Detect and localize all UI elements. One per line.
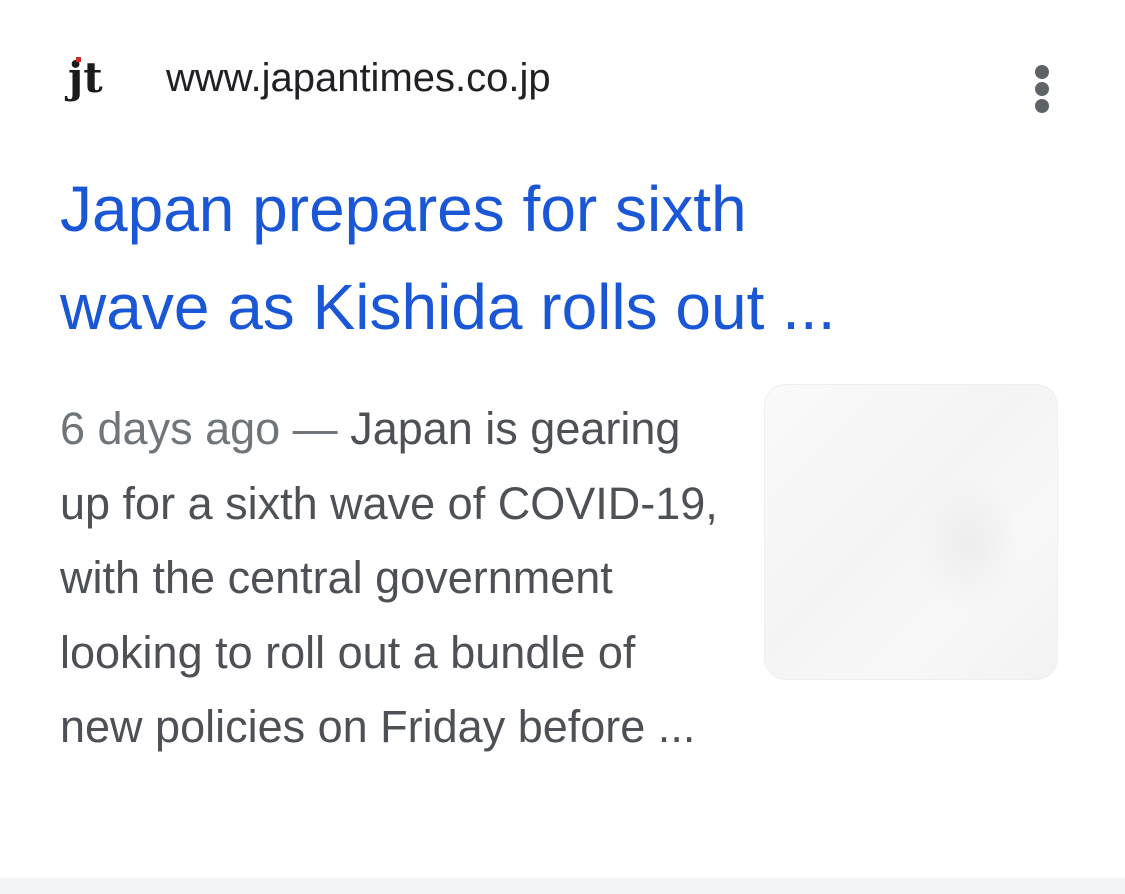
result-thumbnail[interactable]	[764, 384, 1058, 680]
site-url[interactable]: www.japantimes.co.jp	[166, 52, 551, 104]
result-title-link[interactable]: Japan prepares for sixth wave as Kishida…	[60, 160, 1000, 356]
search-result-card: jt www.japantimes.co.jp Japan prepares f…	[0, 0, 1125, 878]
more-options-button[interactable]	[1018, 58, 1066, 118]
card-bottom-divider	[0, 878, 1125, 894]
date-separator: —	[280, 403, 351, 454]
result-snippet: 6 days ago — Japan is gearing up for a s…	[60, 392, 720, 765]
japantimes-favicon-icon: jt	[64, 53, 103, 102]
title-line-1: Japan prepares for sixth	[60, 173, 747, 245]
favicon-letters: jt	[64, 53, 103, 102]
more-vert-icon	[1035, 65, 1049, 79]
title-line-2: wave as Kishida rolls out ...	[60, 271, 836, 343]
snippet-text: Japan is gearing up for a sixth wave of …	[60, 403, 718, 752]
result-date: 6 days ago	[60, 403, 281, 454]
